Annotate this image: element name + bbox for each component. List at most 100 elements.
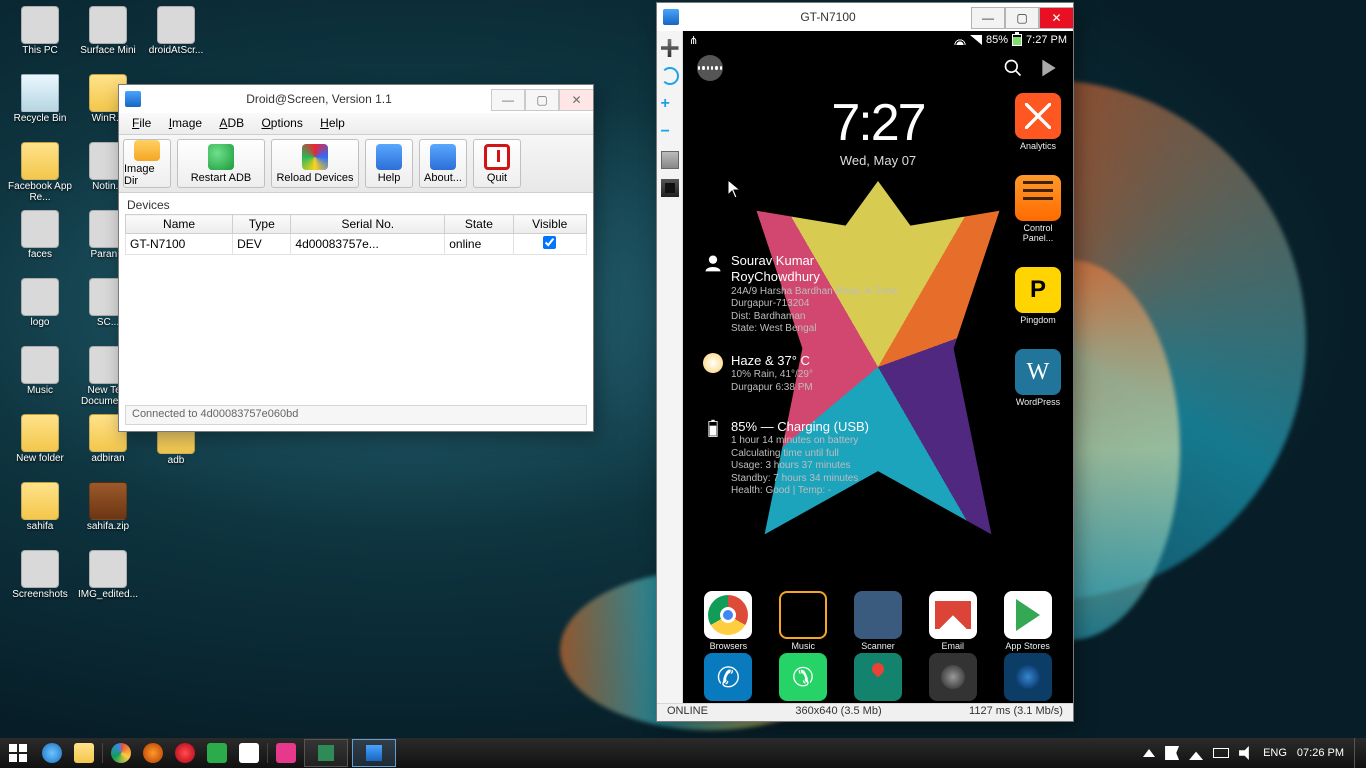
desktop-icon[interactable]: faces	[8, 210, 72, 274]
app-whatsapp[interactable]	[766, 653, 841, 701]
image-dir-button[interactable]: Image Dir	[123, 139, 171, 188]
taskbar-ie-icon[interactable]	[36, 738, 68, 768]
desktop-icon[interactable]: IMG_edited...	[76, 550, 140, 614]
menu-help[interactable]: Help	[313, 113, 352, 133]
titlebar[interactable]: GT-N7100 — ▢ ✕	[657, 3, 1073, 31]
system-tray: ENG 07:26 PM	[1143, 738, 1366, 768]
minimize-button[interactable]: —	[971, 7, 1005, 29]
status-bar: Connected to 4d00083757e060bd	[125, 405, 587, 425]
desktop-icon[interactable]: Facebook App Re...	[8, 142, 72, 206]
maximize-button[interactable]: ▢	[525, 89, 559, 111]
app-maps[interactable]	[841, 653, 916, 701]
taskbar-notes-icon[interactable]	[233, 738, 265, 768]
taskbar-explorer-icon[interactable]	[68, 738, 100, 768]
menu-file[interactable]: File	[125, 113, 158, 133]
app-control-panel[interactable]: Control Panel...	[1009, 175, 1067, 243]
usb-icon[interactable]	[661, 39, 679, 57]
menu-options[interactable]: Options	[254, 113, 309, 133]
desktop-icon[interactable]: This PC	[8, 6, 72, 70]
visible-checkbox[interactable]	[513, 234, 587, 255]
help-button[interactable]: Help	[365, 139, 413, 188]
desktop-icon[interactable]: droidAtScr...	[144, 6, 208, 70]
tray-battery-icon[interactable]	[1213, 748, 1229, 758]
battery-icon	[703, 419, 723, 439]
tray-up-icon[interactable]	[1143, 749, 1155, 757]
tray-network-icon[interactable]	[1189, 746, 1203, 760]
reload-devices-button[interactable]: Reload Devices	[271, 139, 359, 188]
app-pingdom[interactable]: Pingdom	[1009, 267, 1067, 325]
icon-label: sahifa	[8, 522, 72, 533]
icon-label: This PC	[8, 46, 72, 57]
zoom-in-icon[interactable]	[661, 95, 679, 113]
taskbar-pink-icon[interactable]	[270, 738, 302, 768]
devices-table: Name Type Serial No. State Visible GT-N7…	[125, 214, 587, 255]
desktop-icon[interactable]: New folder	[8, 414, 72, 478]
minimize-button[interactable]: —	[491, 89, 525, 111]
app-browsers[interactable]: Browsers	[691, 591, 766, 651]
desktop-icon[interactable]: Surface Mini	[76, 6, 140, 70]
menu-image[interactable]: Image	[162, 113, 209, 133]
app-stores[interactable]: App Stores	[990, 591, 1065, 651]
app-scanner[interactable]: Scanner	[841, 591, 916, 651]
icon-label: adbiran	[76, 454, 140, 465]
record-icon[interactable]	[661, 179, 679, 197]
desktop-icon[interactable]: Recycle Bin	[8, 74, 72, 138]
app-music[interactable]: Music	[766, 591, 841, 651]
about-button[interactable]: About...	[419, 139, 467, 188]
tray-clock[interactable]: 07:26 PM	[1297, 747, 1344, 759]
col-serial[interactable]: Serial No.	[291, 215, 445, 234]
rotate-icon[interactable]	[661, 67, 679, 85]
taskbar: ENG 07:26 PM	[0, 738, 1366, 768]
icon-label: Surface Mini	[76, 46, 140, 57]
icon-label: logo	[8, 318, 72, 329]
search-icon[interactable]	[1003, 58, 1023, 78]
taskbar-firefox-icon[interactable]	[137, 738, 169, 768]
menu-adb[interactable]: ADB	[212, 113, 251, 133]
desktop-icon[interactable]: sahifa.zip	[76, 482, 140, 546]
taskbar-opera-icon[interactable]	[169, 738, 201, 768]
android-statusbar[interactable]: ⋔ 85% 7:27 PM	[683, 31, 1073, 49]
task-droidscreen[interactable]	[304, 739, 348, 767]
screenshot-icon[interactable]	[661, 151, 679, 169]
restart-adb-button[interactable]: Restart ADB	[177, 139, 265, 188]
app-drawer-button[interactable]	[697, 55, 723, 81]
quit-button[interactable]: Quit	[473, 139, 521, 188]
projector-window: GT-N7100 — ▢ ✕ ⋔ 85% 7:27 PM	[656, 2, 1074, 722]
icon-label: IMG_edited...	[76, 590, 140, 601]
weather-widget[interactable]: Haze & 37° C 10% Rain, 41°/29° Durgapur …	[703, 353, 903, 394]
show-desktop-button[interactable]	[1354, 738, 1362, 768]
titlebar[interactable]: Droid@Screen, Version 1.1 — ▢ ✕	[119, 85, 593, 113]
app-email[interactable]: Email	[915, 591, 990, 651]
task-projector[interactable]	[352, 739, 396, 767]
app-camera-1[interactable]	[915, 653, 990, 701]
table-row[interactable]: GT-N7100 DEV 4d00083757e... online	[126, 234, 587, 255]
maximize-button[interactable]: ▢	[1005, 7, 1039, 29]
weather-icon	[703, 353, 723, 373]
zoom-out-icon[interactable]	[661, 123, 679, 141]
col-state[interactable]: State	[445, 215, 513, 234]
start-button[interactable]	[0, 738, 36, 768]
taskbar-chrome-icon[interactable]	[105, 738, 137, 768]
col-visible[interactable]: Visible	[513, 215, 587, 234]
col-name[interactable]: Name	[126, 215, 233, 234]
tray-volume-icon[interactable]	[1239, 746, 1253, 760]
battery-widget[interactable]: 85% — Charging (USB) 1 hour 14 minutes o…	[703, 419, 903, 498]
close-button[interactable]: ✕	[1039, 7, 1073, 29]
desktop-icon[interactable]: sahifa	[8, 482, 72, 546]
app-camera-2[interactable]	[990, 653, 1065, 701]
play-store-icon[interactable]	[1039, 58, 1059, 78]
icon-label: Recycle Bin	[8, 114, 72, 125]
app-analytics[interactable]: Analytics	[1009, 93, 1067, 151]
app-phone[interactable]	[691, 653, 766, 701]
app-wordpress[interactable]: WordPress	[1009, 349, 1067, 407]
contact-widget[interactable]: Sourav Kumar RoyChowdhury 24A/9 Harsha B…	[703, 253, 903, 336]
taskbar-store-icon[interactable]	[201, 738, 233, 768]
tray-lang[interactable]: ENG	[1263, 747, 1287, 759]
tray-flag-icon[interactable]	[1165, 746, 1179, 760]
phone-screen: ⋔ 85% 7:27 PM 7:27 Wed, May 07	[683, 31, 1073, 703]
close-button[interactable]: ✕	[559, 89, 593, 111]
desktop-icon[interactable]: Music	[8, 346, 72, 410]
desktop-icon[interactable]: Screenshots	[8, 550, 72, 614]
desktop-icon[interactable]: logo	[8, 278, 72, 342]
col-type[interactable]: Type	[233, 215, 291, 234]
